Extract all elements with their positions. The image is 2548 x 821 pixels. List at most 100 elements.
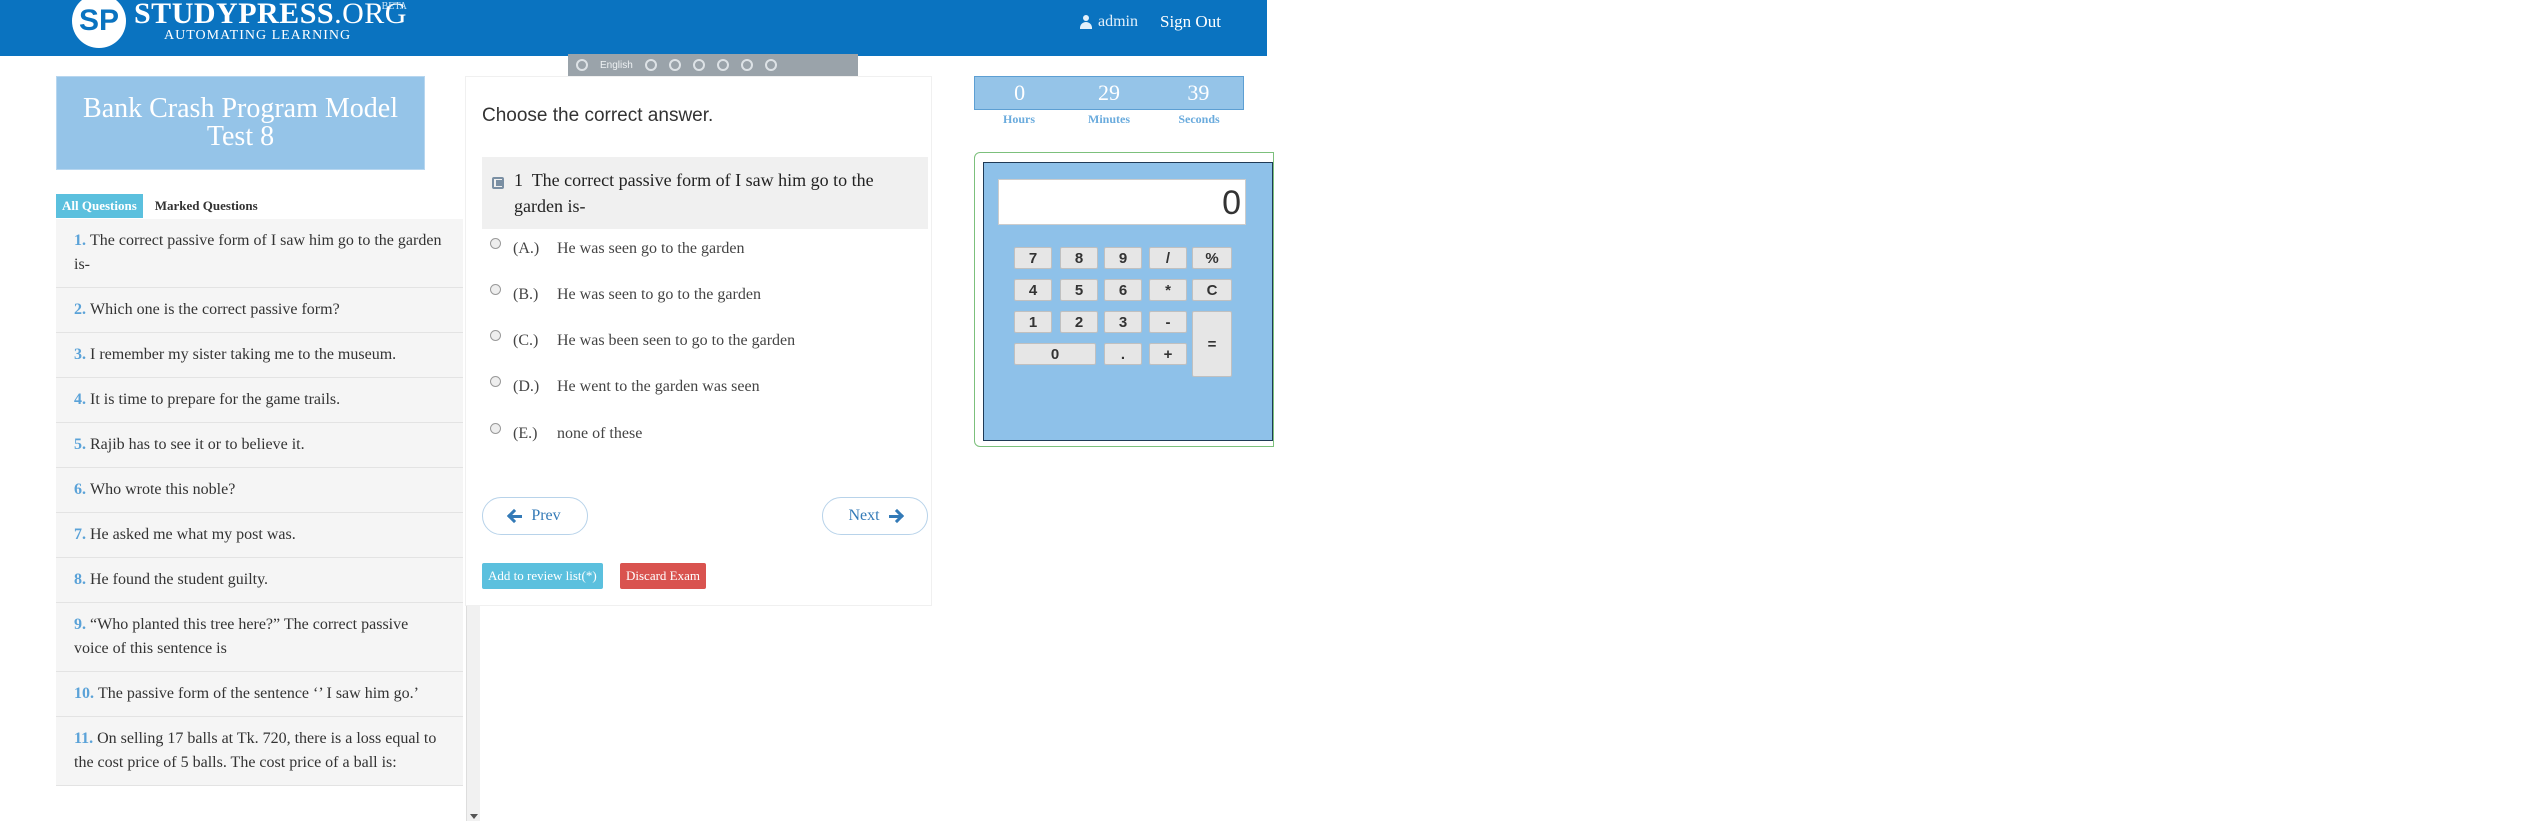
question-list-text: On selling 17 balls at Tk. 720, there is… [74, 730, 437, 771]
question-list-text: The passive form of the sentence ‘’ I sa… [98, 685, 419, 702]
question-list-item[interactable]: 2. Which one is the correct passive form? [56, 288, 463, 333]
logo-tagline: AUTOMATING LEARNING [164, 28, 352, 43]
question-list-item[interactable]: 9. “Who planted this tree here?” The corr… [56, 603, 463, 672]
flag-icon[interactable] [492, 177, 504, 189]
question-list-text: It is time to prepare for the game trail… [90, 391, 341, 408]
help-icon[interactable] [740, 59, 753, 71]
option-radio[interactable] [490, 283, 501, 295]
calculator-key[interactable]: 9 [1104, 247, 1142, 269]
calculator-key[interactable]: - [1149, 311, 1187, 333]
question-list-number: 1. [74, 232, 86, 249]
option-radio[interactable] [490, 329, 501, 341]
option-c[interactable]: (C.) He was been seen to go to the garde… [490, 329, 795, 350]
question-list-number: 4. [74, 391, 86, 408]
calculator-key[interactable]: 4 [1014, 279, 1052, 301]
question-list-number: 10. [74, 685, 94, 702]
calculator: 0 7 8 9 /% 4 5 6 * C 1 2 3- 0. + = [983, 162, 1273, 441]
prev-button[interactable]: Prev [482, 497, 588, 535]
calculator-key[interactable]: + [1149, 343, 1187, 365]
tab-all-questions[interactable]: All Questions [56, 194, 143, 218]
person-icon[interactable] [668, 59, 681, 71]
question-tabs: All Questions Marked Questions [56, 194, 258, 218]
instruction-text: Choose the correct answer. [482, 105, 714, 126]
calculator-key[interactable]: . [1104, 343, 1142, 365]
calculator-key[interactable]: * [1149, 279, 1187, 301]
arrow-right-icon [888, 510, 902, 522]
scroll-down-icon[interactable] [470, 814, 478, 819]
timer-minutes: 29 [1097, 80, 1120, 105]
calculator-key[interactable]: 6 [1104, 279, 1142, 301]
calculator-key[interactable]: 2 [1060, 311, 1098, 333]
question-list-item[interactable]: 10. The passive form of the sentence ‘’ I… [56, 672, 463, 717]
logo[interactable]: SP STUDYPRESS.ORG AUTOMATING LEARNING BE… [72, 0, 407, 48]
calculator-key[interactable]: / [1149, 247, 1187, 269]
question-list-number: 6. [74, 481, 86, 498]
question-list-scrollbar[interactable] [466, 605, 480, 821]
option-radio[interactable] [490, 375, 501, 387]
seconds-label: Seconds [1178, 112, 1220, 126]
calculator-key[interactable]: % [1192, 247, 1232, 269]
current-question: 1 The correct passive form of I saw him … [482, 157, 928, 229]
calculator-key[interactable]: 8 [1060, 247, 1098, 269]
calculator-display: 0 [998, 179, 1246, 225]
option-b[interactable]: (B.) He was seen to go to the garden [490, 283, 761, 304]
tab-marked-questions[interactable]: Marked Questions [155, 198, 258, 214]
timer-seconds: 39 [1187, 80, 1210, 105]
settings-icon[interactable] [692, 59, 705, 71]
search-icon[interactable] [716, 59, 729, 71]
question-text: The correct passive form of I saw him go… [514, 170, 874, 216]
info-icon[interactable] [764, 59, 777, 71]
question-list-text: He asked me what my post was. [90, 526, 296, 543]
calculator-key[interactable]: 3 [1104, 311, 1142, 333]
question-list-item[interactable]: 8. He found the student guilty. [56, 558, 463, 603]
user-menu[interactable]: admin [1080, 13, 1138, 31]
question-list-item[interactable]: 7. He asked me what my post was. [56, 513, 463, 558]
calculator-key[interactable]: 7 [1014, 247, 1052, 269]
top-header: SP STUDYPRESS.ORG AUTOMATING LEARNING BE… [0, 0, 1267, 56]
calculator-key[interactable]: 1 [1014, 311, 1052, 333]
question-list-item[interactable]: 3. I remember my sister taking me to the … [56, 333, 463, 378]
discard-exam-button[interactable]: Discard Exam [620, 563, 707, 589]
question-list-text: Rajib has to see it or to believe it. [90, 436, 305, 453]
next-button[interactable]: Next [822, 497, 928, 535]
question-list[interactable]: 1. The correct passive form of I saw him … [56, 219, 463, 821]
question-list-text: Who wrote this noble? [90, 481, 236, 498]
countdown-timer: 0 29 39 [974, 76, 1244, 110]
timer-labels: Hours Minutes Seconds [974, 112, 1244, 127]
question-list-item[interactable]: 6. Who wrote this noble? [56, 468, 463, 513]
arrow-left-icon [509, 510, 523, 522]
question-list-text: He found the student guilty. [90, 571, 269, 588]
beta-badge: BETA [381, 1, 407, 12]
question-list-number: 3. [74, 346, 86, 363]
option-a[interactable]: (A.) He was seen go to the garden [490, 237, 745, 258]
question-list-text: I remember my sister taking me to the mu… [90, 346, 397, 363]
floating-toolbar: English [568, 54, 858, 76]
question-navigator: Bank Crash Program Model Test 8 All Ques… [56, 76, 425, 218]
question-list-number: 9. [74, 616, 86, 633]
signout-link[interactable]: Sign Out [1160, 12, 1221, 32]
language-select[interactable]: English [600, 60, 633, 71]
question-list-item[interactable]: 5. Rajib has to see it or to believe it. [56, 423, 463, 468]
username: admin [1098, 13, 1138, 30]
translate-icon[interactable] [576, 59, 588, 71]
option-d[interactable]: (D.) He went to the garden was seen [490, 375, 760, 396]
logo-name: STUDYPRESS [134, 0, 335, 30]
option-radio[interactable] [490, 237, 501, 249]
logo-mark: SP [72, 0, 126, 48]
question-list-text: Which one is the correct passive form? [90, 301, 340, 318]
cloud-icon[interactable] [644, 59, 657, 71]
option-radio[interactable] [490, 422, 501, 434]
add-to-review-button[interactable]: Add to review list(*) [482, 563, 603, 589]
option-e[interactable]: (E.) none of these [490, 422, 642, 443]
calculator-equals-key[interactable]: = [1192, 311, 1232, 377]
calculator-key[interactable]: C [1192, 279, 1232, 301]
hours-label: Hours [1002, 112, 1035, 126]
question-number: 1 [514, 170, 523, 190]
calculator-key[interactable]: 5 [1060, 279, 1098, 301]
calculator-key[interactable]: 0 [1014, 343, 1096, 365]
question-list-item[interactable]: 1. The correct passive form of I saw him … [56, 219, 463, 288]
question-panel: Choose the correct answer. 1 The correct… [465, 76, 932, 606]
question-list-item[interactable]: 4. It is time to prepare for the game tra… [56, 378, 463, 423]
question-list-number: 7. [74, 526, 86, 543]
question-list-item[interactable]: 11. On selling 17 balls at Tk. 720, there… [56, 717, 463, 786]
